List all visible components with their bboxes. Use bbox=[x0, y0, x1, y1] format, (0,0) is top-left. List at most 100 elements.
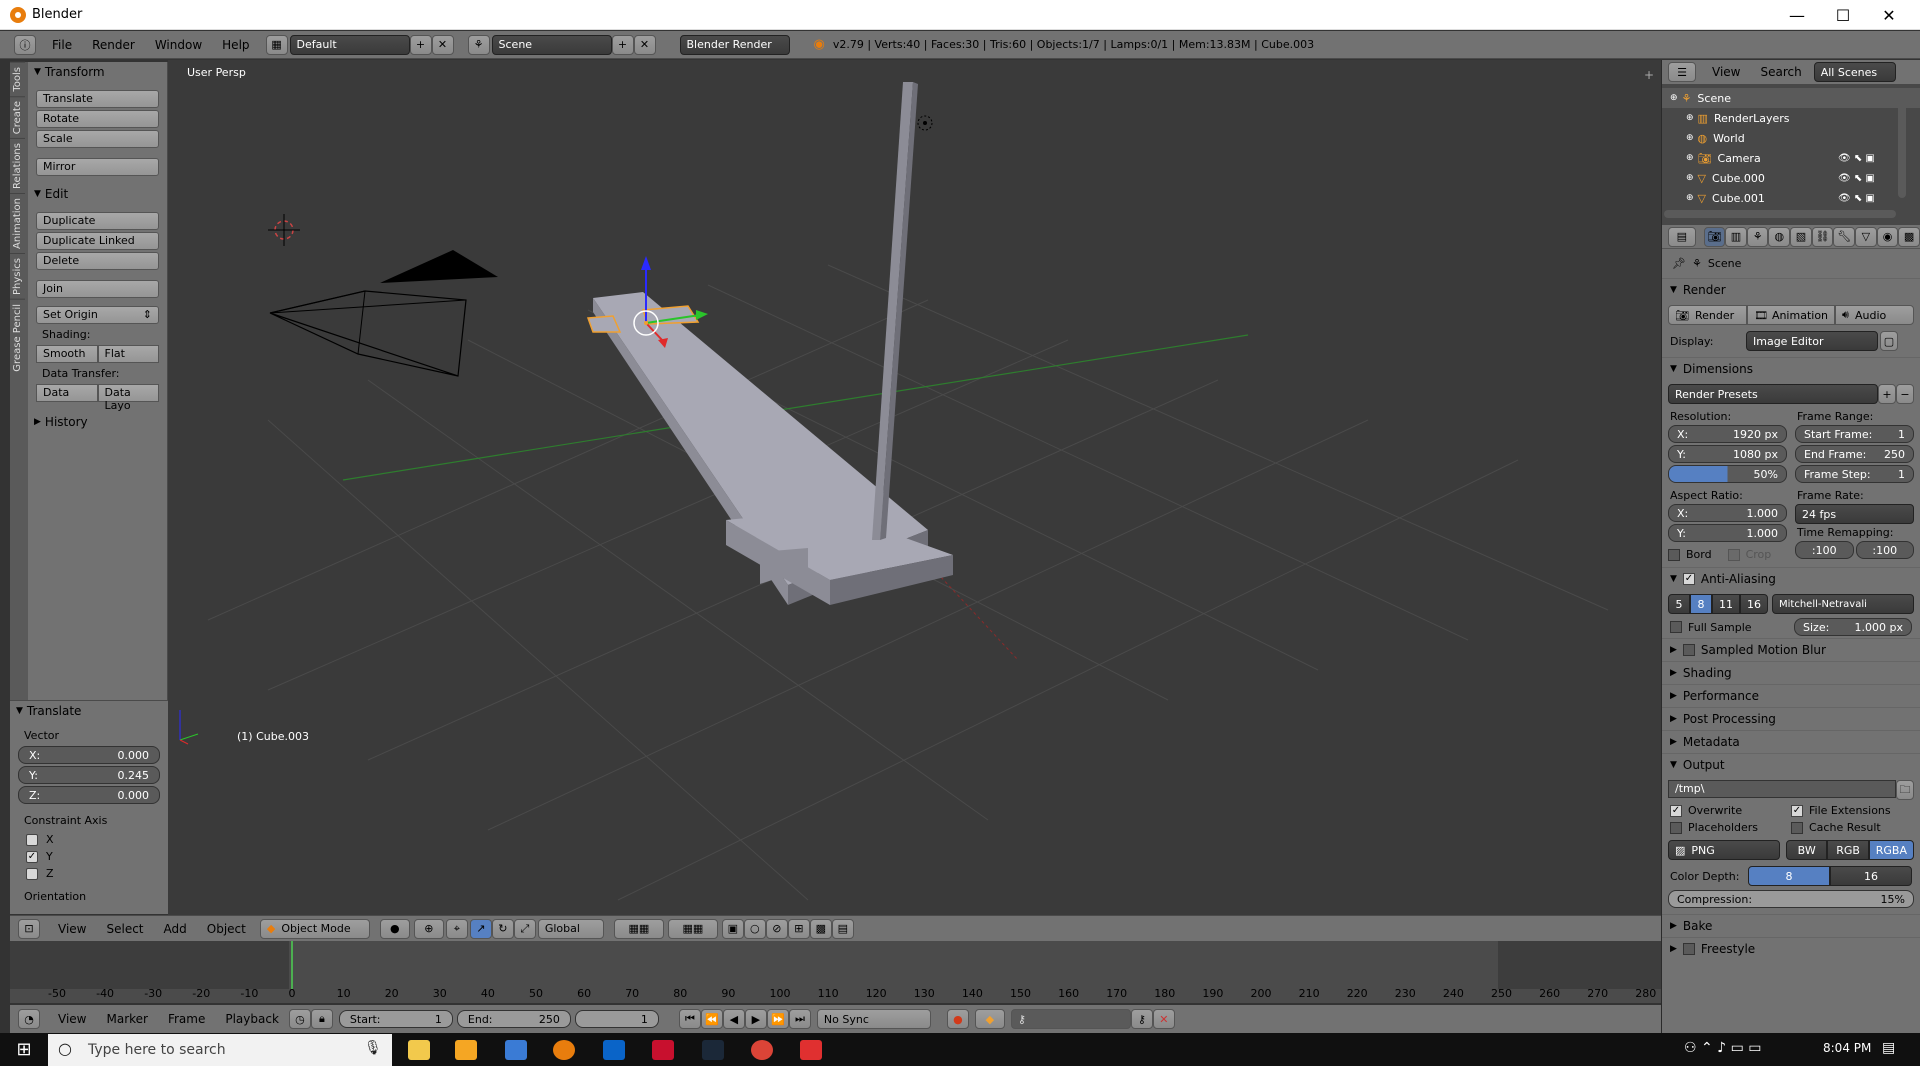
current-frame-marker[interactable] bbox=[291, 941, 293, 989]
freestyle-checkbox[interactable] bbox=[1682, 943, 1695, 955]
resolution-x-field[interactable]: X: 1920 px bbox=[1668, 425, 1787, 443]
render-presets-select[interactable]: Render Presets bbox=[1668, 384, 1878, 404]
menu-frame[interactable]: Frame bbox=[158, 1012, 215, 1026]
sync-mode-select[interactable]: No Sync bbox=[816, 1009, 931, 1029]
collapsed-section-header[interactable]: ▶ Performance bbox=[1662, 684, 1920, 707]
frame-step-field[interactable]: Frame Step: 1 bbox=[1795, 465, 1914, 483]
tab-physics[interactable]: Physics bbox=[10, 252, 25, 299]
render-section-header[interactable]: ▼ Render bbox=[1662, 278, 1920, 301]
vector-x-field[interactable]: X: 0.000 bbox=[18, 746, 160, 764]
timeline-area[interactable]: -50 -40 -30 -20 -10 0 10 20 30 40 50 60 70 80 90 100 110… bbox=[10, 941, 1661, 1003]
layers-icon[interactable]: ▦▦ bbox=[613, 918, 664, 939]
record-icon[interactable]: ● bbox=[946, 1009, 969, 1029]
data-button[interactable]: Data bbox=[36, 384, 98, 402]
freestyle-section-header[interactable]: ▶ Freestyle bbox=[1662, 937, 1920, 960]
lock-icon[interactable]: 🔒︎ bbox=[310, 1009, 333, 1029]
add-scene-button[interactable]: + bbox=[611, 34, 634, 55]
scene-tab-icon[interactable]: ⚘ bbox=[1746, 226, 1769, 247]
menu-outliner-search[interactable]: Search bbox=[1750, 65, 1811, 79]
scene-icon[interactable]: ⚘ bbox=[467, 34, 490, 55]
render-button[interactable]: 📷︎ Render bbox=[1668, 305, 1747, 325]
outliner-row[interactable]: ⊕ ⚘ Scene bbox=[1662, 88, 1920, 108]
outliner-hscrollbar[interactable] bbox=[1664, 210, 1896, 218]
output-section-header[interactable]: ▼ Output bbox=[1662, 753, 1920, 776]
expand-toggle-icon[interactable]: ⊕ bbox=[1686, 153, 1694, 163]
full-sample-checkbox[interactable] bbox=[1670, 621, 1682, 633]
display-select[interactable]: Image Editor bbox=[1746, 331, 1878, 351]
screen-layout-icon[interactable]: ▦ bbox=[265, 34, 288, 55]
next-keyframe-icon[interactable]: ⏩ bbox=[766, 1009, 789, 1029]
remap-new-field[interactable]: :100 bbox=[1855, 541, 1914, 559]
outliner-row[interactable]: ⊕ 📷︎ Camera 👁︎ ⬉ ▣ bbox=[1662, 148, 1920, 168]
blender-taskbar-icon[interactable] bbox=[553, 1040, 575, 1060]
expand-toggle-icon[interactable]: ⊕ bbox=[1670, 93, 1678, 103]
aspect-x-field[interactable]: X: 1.000 bbox=[1668, 504, 1787, 522]
expand-toggle-icon[interactable]: ⊕ bbox=[1686, 113, 1694, 123]
window-icon[interactable]: ▢ bbox=[1880, 331, 1898, 351]
start-frame-prop-field[interactable]: Start Frame: 1 bbox=[1795, 425, 1914, 443]
render-tab-icon[interactable]: 📷︎ bbox=[1703, 226, 1726, 247]
play-reverse-icon[interactable]: ◀ bbox=[722, 1009, 745, 1029]
maximize-button[interactable]: ☐ bbox=[1820, 0, 1866, 30]
mode-select[interactable]: ◆ Object Mode bbox=[259, 918, 370, 939]
outliner-row[interactable]: ⊕ ▥ RenderLayers bbox=[1662, 108, 1920, 128]
anti-aliasing-section-header[interactable]: ▼ ✓ Anti-Aliasing bbox=[1662, 567, 1920, 590]
jump-start-icon[interactable]: ⏮ bbox=[678, 1009, 701, 1029]
windows-start-icon[interactable]: ⊞ bbox=[0, 1033, 48, 1066]
outliner-item-label[interactable]: Cube.001 bbox=[1712, 192, 1765, 205]
mcafee-icon[interactable] bbox=[652, 1040, 674, 1060]
menu-object[interactable]: Object bbox=[197, 922, 256, 936]
collapsed-section-header[interactable]: ▶ Metadata bbox=[1662, 730, 1920, 753]
motion-blur-checkbox[interactable] bbox=[1682, 644, 1695, 656]
texture-tab-icon[interactable]: ▩ bbox=[1898, 226, 1920, 247]
output-path-field[interactable]: /tmp\ bbox=[1668, 780, 1896, 798]
lock-layers-icon[interactable]: ▣ bbox=[721, 918, 744, 939]
opengl-anim-icon[interactable]: ▤ bbox=[831, 918, 854, 939]
checkmark-icon[interactable]: ✓ bbox=[1682, 573, 1695, 585]
taskbar-search[interactable]: ○ Type here to search 🎙︎ bbox=[48, 1034, 392, 1066]
editor-type-outliner-icon[interactable]: ☰ bbox=[1668, 62, 1696, 82]
outliner-row[interactable]: ⊕ ◍ World bbox=[1662, 128, 1920, 148]
tab-grease-pencil[interactable]: Grease Pencil bbox=[10, 298, 25, 376]
world-tab-icon[interactable]: ◍ bbox=[1768, 226, 1791, 247]
bw-button[interactable]: BW bbox=[1786, 840, 1828, 860]
menu-file[interactable]: File bbox=[42, 38, 82, 52]
outliner-filter-select[interactable]: All Scenes bbox=[1813, 62, 1896, 82]
end-frame-field[interactable]: End: 250 bbox=[456, 1010, 571, 1028]
delete-button[interactable]: Delete bbox=[36, 252, 159, 270]
bake-section-header[interactable]: ▶ Bake bbox=[1662, 914, 1920, 937]
compression-slider[interactable]: Compression: 15% bbox=[1668, 890, 1914, 908]
visibility-toggle-icons[interactable]: 👁︎ ⬉ ▣ bbox=[1838, 193, 1875, 204]
editor-type-properties-icon[interactable]: ▤ bbox=[1668, 226, 1696, 247]
snap-element-icon[interactable]: ⊞ bbox=[787, 918, 810, 939]
expand-toggle-icon[interactable]: ⊕ bbox=[1686, 133, 1694, 143]
aa-size-field[interactable]: Size: 1.000 px bbox=[1794, 618, 1912, 636]
outliner-row[interactable]: ⊕ ▽ Cube.000 👁︎ ⬉ ▣ bbox=[1662, 168, 1920, 188]
translate-panel-header[interactable]: ▼ Translate bbox=[10, 701, 168, 721]
outliner-scrollbar[interactable] bbox=[1898, 88, 1906, 198]
menu-help[interactable]: Help bbox=[212, 38, 259, 52]
media-player-icon[interactable] bbox=[455, 1040, 477, 1060]
preview-range-icon[interactable]: ◷ bbox=[288, 1009, 311, 1029]
remove-preset-button[interactable]: − bbox=[1896, 384, 1914, 404]
menu-select[interactable]: Select bbox=[96, 922, 153, 936]
keying-icon[interactable]: ◆ bbox=[974, 1009, 1005, 1029]
translate-manipulator-icon[interactable]: ↗ bbox=[469, 918, 492, 939]
material-tab-icon[interactable]: ◉ bbox=[1876, 226, 1899, 247]
collapsed-section-header[interactable]: ▶ Shading bbox=[1662, 661, 1920, 684]
collapsed-section-header[interactable]: ▶ Sampled Motion Blur bbox=[1662, 638, 1920, 661]
visibility-toggle-icons[interactable]: 👁︎ ⬉ ▣ bbox=[1838, 153, 1875, 164]
file-explorer-icon[interactable] bbox=[408, 1040, 430, 1060]
screen-layout-field[interactable]: Default bbox=[289, 34, 410, 55]
audio-button[interactable]: 🔊︎ Audio bbox=[1835, 305, 1914, 325]
dimensions-section-header[interactable]: ▼ Dimensions bbox=[1662, 357, 1920, 380]
aa-filter-select[interactable]: Mitchell-Netravali bbox=[1772, 594, 1914, 614]
placeholders-checkbox[interactable]: Placeholders bbox=[1670, 821, 1791, 834]
modifiers-tab-icon[interactable]: 🔧︎ bbox=[1833, 226, 1856, 247]
menu-view[interactable]: View bbox=[48, 922, 96, 936]
data-tab-icon[interactable]: ▽ bbox=[1855, 226, 1877, 247]
steam-icon[interactable] bbox=[702, 1040, 724, 1060]
keying-set-field[interactable]: ⚷ bbox=[1010, 1009, 1131, 1029]
file-format-select[interactable]: ▨ PNG bbox=[1668, 840, 1780, 860]
snap-icon[interactable]: ⊘ bbox=[765, 918, 788, 939]
